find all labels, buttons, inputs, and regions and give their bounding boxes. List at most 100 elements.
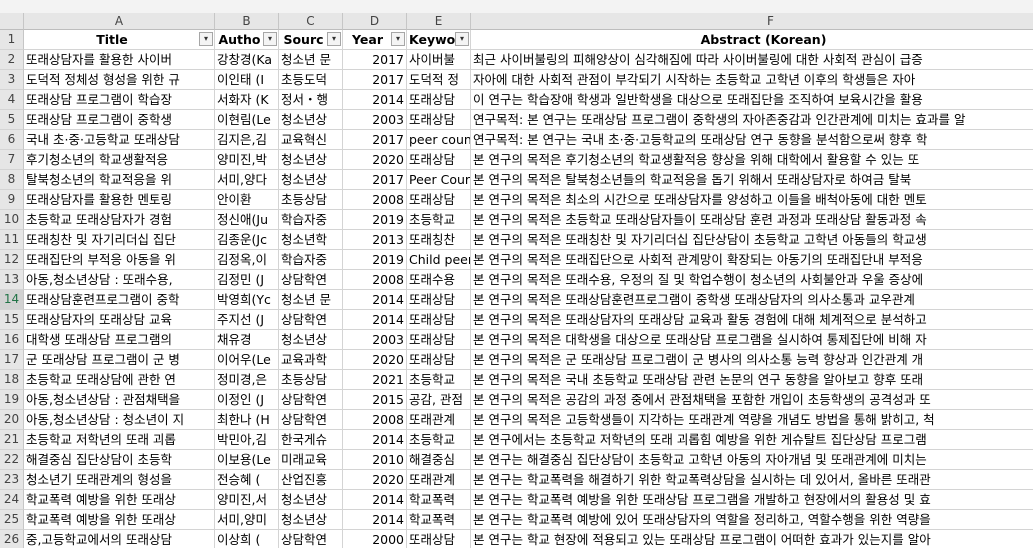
header-cell[interactable]: Year ▾ [343,30,407,50]
column-header-b[interactable]: B [215,13,279,30]
table-cell[interactable]: 본 연구의 목적은 대학생을 대상으로 또래상담 프로그램을 실시하여 통제집단… [471,330,1033,350]
table-cell[interactable]: 또래상담 [407,290,471,310]
table-cell[interactable]: 안이환 [215,190,279,210]
row-header[interactable]: 15 [0,310,24,330]
table-cell[interactable]: 이인태 (I [215,70,279,90]
filter-dropdown-icon[interactable]: ▾ [263,32,277,46]
table-cell[interactable]: 또래상담 [407,190,471,210]
table-cell[interactable]: 또래상담 프로그램이 중학생 [24,110,215,130]
row-header[interactable]: 26 [0,530,24,548]
table-cell[interactable]: 본 연구는 학교 현장에 적용되고 있는 또래상담 프로그램이 어떠한 효과가 … [471,530,1033,548]
header-cell[interactable]: Sourc ▾ [279,30,343,50]
table-cell[interactable]: 초등학교 또래상담에 관한 연 [24,370,215,390]
table-cell[interactable]: 또래집단의 부적응 아동을 위 [24,250,215,270]
table-cell[interactable]: 초등학교 [407,430,471,450]
table-cell[interactable]: 아동,청소년상담 : 청소년이 지 [24,410,215,430]
table-cell[interactable]: 2017 [343,170,407,190]
table-cell[interactable]: 2014 [343,290,407,310]
table-cell[interactable]: 청소년상 [279,170,343,190]
table-cell[interactable]: 최한나 (H [215,410,279,430]
table-cell[interactable]: 또래상담 [407,90,471,110]
table-cell[interactable]: 청소년 문 [279,290,343,310]
table-cell[interactable]: 공감, 관점 [407,390,471,410]
table-cell[interactable]: 강창경(Ka [215,50,279,70]
table-cell[interactable]: 2008 [343,270,407,290]
table-cell[interactable]: 최근 사이버불링의 피해양상이 심각해짐에 따라 사이버불링에 대한 사회적 관… [471,50,1033,70]
row-header[interactable]: 9 [0,190,24,210]
header-cell[interactable]: Keywo ▾ [407,30,471,50]
row-header[interactable]: 21 [0,430,24,450]
table-cell[interactable]: 이 연구는 학습장애 학생과 일반학생을 대상으로 또래집단을 조직하여 보육시… [471,90,1033,110]
table-cell[interactable]: 상담학연 [279,390,343,410]
table-cell[interactable]: 2021 [343,370,407,390]
table-cell[interactable]: 본 연구는 학교폭력 예방을 위한 또래상담 프로그램을 개발하고 현장에서의 … [471,490,1033,510]
row-header[interactable]: 22 [0,450,24,470]
table-cell[interactable]: 이어우(Le [215,350,279,370]
table-cell[interactable]: 본 연구의 목적은 초등학교 또래상담자들이 또래상담 훈련 과정과 또래상담 … [471,210,1033,230]
table-cell[interactable]: 청소년상 [279,490,343,510]
table-cell[interactable]: 서미,양미 [215,510,279,530]
table-cell[interactable]: 또래상담 [407,310,471,330]
table-cell[interactable]: 상담학연 [279,270,343,290]
table-cell[interactable]: 또래관계 [407,470,471,490]
table-cell[interactable]: 양미진,박 [215,150,279,170]
table-cell[interactable]: 본 연구의 목적은 최소의 시간으로 또래상담자를 양성하고 이들을 배척아동에… [471,190,1033,210]
row-header[interactable]: 4 [0,90,24,110]
table-cell[interactable]: 아동,청소년상담 : 또래수용, [24,270,215,290]
row-header[interactable]: 8 [0,170,24,190]
table-cell[interactable]: 상담학연 [279,530,343,548]
table-cell[interactable]: 2003 [343,110,407,130]
table-cell[interactable]: 채유경 [215,330,279,350]
table-cell[interactable]: 본 연구의 목적은 또래수용, 우정의 질 및 학업수행이 청소년의 사회불안과… [471,270,1033,290]
table-cell[interactable]: 청소년학 [279,230,343,250]
row-header[interactable]: 3 [0,70,24,90]
table-cell[interactable]: 또래관계 [407,410,471,430]
row-header[interactable]: 23 [0,470,24,490]
table-cell[interactable]: 초등학교 저학년의 또래 괴롭 [24,430,215,450]
table-cell[interactable]: 학교폭력 예방을 위한 또래상 [24,490,215,510]
row-header[interactable]: 24 [0,490,24,510]
table-cell[interactable]: 본 연구의 목적은 또래상담훈련프로그램이 중학생 또래상담자의 의사소통과 교… [471,290,1033,310]
table-cell[interactable]: 학습자중 [279,250,343,270]
table-cell[interactable]: 정신애(Ju [215,210,279,230]
table-cell[interactable]: 2020 [343,350,407,370]
table-cell[interactable]: 탈북청소년의 학교적응을 위 [24,170,215,190]
table-cell[interactable]: 본 연구의 목적은 또래칭찬 및 자기리더십 집단상담이 초등학교 고학년 아동… [471,230,1033,250]
table-cell[interactable]: 2000 [343,530,407,548]
row-header[interactable]: 5 [0,110,24,130]
table-cell[interactable]: 청소년상 [279,150,343,170]
table-cell[interactable]: 초등도덕 [279,70,343,90]
row-header[interactable]: 17 [0,350,24,370]
table-cell[interactable]: 2019 [343,250,407,270]
table-cell[interactable]: 2014 [343,510,407,530]
table-cell[interactable]: 본 연구의 목적은 후기청소년의 학교생활적응 향상을 위해 대학에서 활용할 … [471,150,1033,170]
row-header[interactable]: 16 [0,330,24,350]
table-cell[interactable]: 2014 [343,310,407,330]
table-cell[interactable]: 또래수용 [407,270,471,290]
table-cell[interactable]: 양미진,서 [215,490,279,510]
table-cell[interactable]: 도덕적 정체성 형성을 위한 규 [24,70,215,90]
table-cell[interactable]: 초등상담 [279,370,343,390]
table-cell[interactable]: 아동,청소년상담 : 관점채택을 [24,390,215,410]
table-cell[interactable]: 중,고등학교에서의 또래상담 [24,530,215,548]
table-cell[interactable]: 학교폭력 예방을 위한 또래상 [24,510,215,530]
table-cell[interactable]: 본 연구의 목적은 공감의 과정 중에서 관점채택을 포함한 개입이 초등학생의… [471,390,1033,410]
table-cell[interactable]: 2008 [343,410,407,430]
table-cell[interactable]: 교육혁신 [279,130,343,150]
row-header[interactable]: 10 [0,210,24,230]
table-cell[interactable]: 김지은,김 [215,130,279,150]
table-cell[interactable]: 2014 [343,430,407,450]
table-cell[interactable]: 또래상담 프로그램이 학습장 [24,90,215,110]
row-header[interactable]: 13 [0,270,24,290]
table-cell[interactable]: 서미,양다 [215,170,279,190]
table-cell[interactable]: 초등학교 [407,370,471,390]
filter-dropdown-icon[interactable]: ▾ [199,32,213,46]
filter-dropdown-icon[interactable]: ▾ [327,32,341,46]
column-header-a[interactable]: A [24,13,215,30]
row-header[interactable]: 1 [0,30,24,50]
table-cell[interactable]: 대학생 또래상담 프로그램의 [24,330,215,350]
table-cell[interactable]: 또래칭찬 [407,230,471,250]
table-cell[interactable]: 본 연구는 학교폭력을 해결하기 위한 학교폭력상담을 실시하는 데 있어서, … [471,470,1033,490]
row-header[interactable]: 7 [0,150,24,170]
row-header[interactable]: 6 [0,130,24,150]
